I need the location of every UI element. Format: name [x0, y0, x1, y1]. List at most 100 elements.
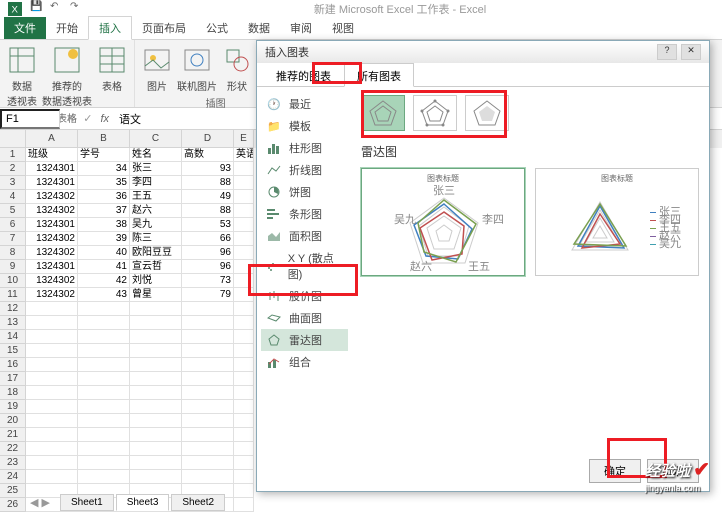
pivot-table-button[interactable]: 数据 透视表 — [6, 44, 38, 108]
row-header[interactable]: 10 — [0, 274, 26, 288]
dialog-tab-recommended[interactable]: 推荐的图表 — [263, 63, 344, 86]
chart-type-stock[interactable]: 股价图 — [261, 285, 348, 307]
redo-icon[interactable]: ↷ — [70, 1, 86, 17]
cell[interactable] — [26, 330, 78, 344]
cell[interactable]: 1324302 — [26, 204, 78, 218]
row-header[interactable]: 6 — [0, 218, 26, 232]
cell[interactable] — [234, 470, 254, 484]
cell[interactable]: 34 — [78, 162, 130, 176]
cell[interactable]: 36 — [78, 190, 130, 204]
subtype-radar-1[interactable] — [361, 95, 405, 131]
cell[interactable] — [26, 414, 78, 428]
cell[interactable] — [234, 344, 254, 358]
cell[interactable]: 1324302 — [26, 190, 78, 204]
row-header[interactable]: 9 — [0, 260, 26, 274]
cell[interactable] — [78, 372, 130, 386]
cell[interactable] — [234, 428, 254, 442]
cell[interactable]: 1324302 — [26, 288, 78, 302]
cell[interactable]: 42 — [78, 274, 130, 288]
sheet-tab-3[interactable]: Sheet2 — [171, 494, 225, 511]
cell[interactable] — [234, 176, 254, 190]
save-icon[interactable]: 💾 — [30, 1, 46, 17]
chart-type-pie[interactable]: 饼图 — [261, 181, 348, 203]
cell[interactable] — [26, 302, 78, 316]
cell[interactable]: 1324301 — [26, 260, 78, 274]
cell[interactable] — [130, 470, 182, 484]
cell[interactable] — [130, 330, 182, 344]
tab-layout[interactable]: 页面布局 — [132, 17, 196, 39]
row-header[interactable]: 1 — [0, 148, 26, 162]
cell[interactable]: 宣云哲 — [130, 260, 182, 274]
cell[interactable] — [130, 414, 182, 428]
cell[interactable]: 吴九 — [130, 218, 182, 232]
tab-data[interactable]: 数据 — [238, 17, 280, 39]
tab-home[interactable]: 开始 — [46, 17, 88, 39]
row-header[interactable]: 7 — [0, 232, 26, 246]
cell[interactable] — [234, 484, 254, 498]
cell[interactable] — [78, 428, 130, 442]
row-header[interactable]: 26 — [0, 498, 26, 512]
table-button[interactable]: 表格 — [96, 44, 128, 93]
row-header[interactable]: 23 — [0, 456, 26, 470]
chart-type-column[interactable]: 柱形图 — [261, 137, 348, 159]
row-header[interactable]: 12 — [0, 302, 26, 316]
col-header-b[interactable]: B — [78, 130, 130, 148]
cell[interactable]: 43 — [78, 288, 130, 302]
confirm-icon[interactable]: ✓ — [83, 112, 92, 125]
cell[interactable] — [130, 302, 182, 316]
cell[interactable] — [234, 162, 254, 176]
cell[interactable] — [26, 344, 78, 358]
cell[interactable] — [234, 414, 254, 428]
cell[interactable]: 1324302 — [26, 274, 78, 288]
cell[interactable] — [182, 344, 234, 358]
cell[interactable]: 66 — [182, 232, 234, 246]
row-header[interactable]: 8 — [0, 246, 26, 260]
cell[interactable] — [78, 386, 130, 400]
cell[interactable] — [78, 330, 130, 344]
cell[interactable]: 1324301 — [26, 162, 78, 176]
col-header-d[interactable]: D — [182, 130, 234, 148]
cell[interactable] — [234, 386, 254, 400]
cell[interactable] — [182, 316, 234, 330]
row-header[interactable]: 3 — [0, 176, 26, 190]
cell[interactable] — [182, 386, 234, 400]
cell[interactable] — [234, 400, 254, 414]
row-header[interactable]: 22 — [0, 442, 26, 456]
sheet-tab-2[interactable]: Sheet3 — [116, 494, 170, 511]
cell[interactable] — [234, 498, 254, 512]
chart-type-area[interactable]: 面积图 — [261, 225, 348, 247]
cell[interactable]: 班级 — [26, 148, 78, 162]
row-header[interactable]: 15 — [0, 344, 26, 358]
row-header[interactable]: 16 — [0, 358, 26, 372]
cell[interactable] — [26, 470, 78, 484]
cell[interactable] — [182, 456, 234, 470]
cell[interactable]: 93 — [182, 162, 234, 176]
cell[interactable] — [130, 316, 182, 330]
chart-type-surface[interactable]: 曲面图 — [261, 307, 348, 329]
cell[interactable]: 王五 — [130, 190, 182, 204]
cell[interactable] — [26, 456, 78, 470]
cell[interactable] — [234, 330, 254, 344]
chart-type-radar[interactable]: 雷达图 — [261, 329, 348, 351]
fx-icon[interactable]: fx — [100, 113, 109, 125]
cell[interactable] — [182, 330, 234, 344]
row-header[interactable]: 20 — [0, 414, 26, 428]
cell[interactable] — [130, 372, 182, 386]
cell[interactable]: 41 — [78, 260, 130, 274]
preview-2[interactable]: 图表标题 张三 李四 — [535, 168, 699, 276]
picture-button[interactable]: 图片 — [141, 44, 173, 93]
row-header[interactable]: 2 — [0, 162, 26, 176]
tab-formula[interactable]: 公式 — [196, 17, 238, 39]
cell[interactable] — [78, 344, 130, 358]
row-header[interactable]: 14 — [0, 330, 26, 344]
cell[interactable]: 曾星 — [130, 288, 182, 302]
cell[interactable] — [78, 470, 130, 484]
cell[interactable]: 88 — [182, 176, 234, 190]
cell[interactable] — [234, 260, 254, 274]
dialog-close-icon[interactable]: ✕ — [681, 44, 701, 60]
cell[interactable]: 张三 — [130, 162, 182, 176]
chart-type-xy[interactable]: X Y (散点图) — [261, 247, 348, 285]
chart-type-recent[interactable]: 🕐最近 — [261, 93, 348, 115]
cell[interactable] — [234, 218, 254, 232]
cell[interactable]: 40 — [78, 246, 130, 260]
